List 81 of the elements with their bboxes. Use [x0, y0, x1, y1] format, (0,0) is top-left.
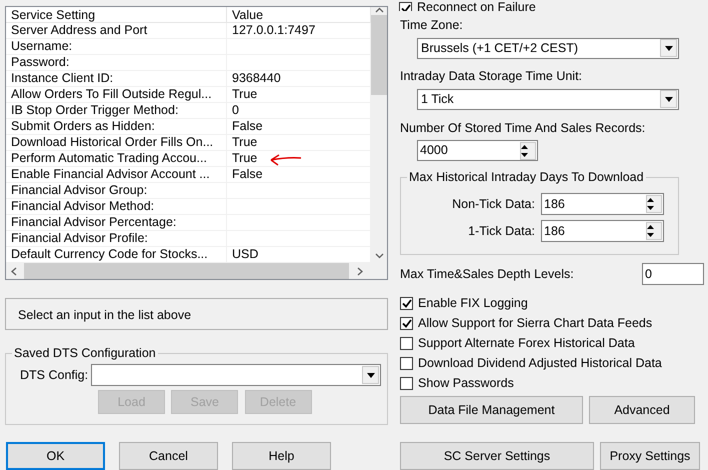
- ok-button[interactable]: OK: [6, 442, 105, 470]
- vertical-scrollbar[interactable]: [371, 7, 387, 263]
- field-label: Number Of Stored Time And Sales Records:: [400, 121, 646, 136]
- table-cell[interactable]: Instance Client ID:: [6, 71, 227, 87]
- field-label: 1-Tick Data:: [468, 224, 535, 239]
- scroll-up-icon: [374, 7, 384, 13]
- checkbox[interactable]: [400, 316, 413, 330]
- group-title: Saved DTS Configuration: [12, 346, 158, 361]
- column-header[interactable]: Service Setting: [6, 7, 227, 23]
- table-cell[interactable]: 127.0.0.1:7497: [232, 23, 316, 38]
- spin-down-icon: [521, 150, 528, 159]
- caret-icon: [664, 96, 672, 102]
- table-cell[interactable]: Financial Advisor Group:: [6, 183, 227, 199]
- field-label: Max Time&Sales Depth Levels:: [400, 266, 574, 282]
- spin-up-icon: [647, 196, 654, 204]
- dropdown-button[interactable]: [660, 39, 677, 58]
- checkbox-label[interactable]: Enable FIX Logging: [418, 296, 528, 310]
- records-spinbox[interactable]: 4000: [417, 140, 538, 162]
- checkbox-label[interactable]: Show Passwords: [418, 376, 514, 390]
- caret-icon: [366, 372, 374, 378]
- horizontal-scrollbar[interactable]: [6, 263, 387, 279]
- table-cell[interactable]: True: [232, 151, 258, 166]
- checkbox-label[interactable]: Reconnect on Failure: [417, 0, 536, 11]
- checkbox[interactable]: [400, 296, 413, 310]
- field-label: Intraday Data Storage Time Unit:: [400, 68, 584, 84]
- table-cell[interactable]: True: [232, 135, 258, 150]
- dropdown-button[interactable]: [362, 366, 379, 384]
- checkbox-label[interactable]: Download Dividend Adjusted Historical Data: [418, 356, 662, 370]
- server-settings-button[interactable]: SC Server Settings: [400, 442, 594, 470]
- group-title: Max Historical Intraday Days To Download: [407, 170, 646, 186]
- spin-down-icon: [647, 231, 654, 240]
- proxy-settings-button[interactable]: Proxy Settings: [600, 442, 700, 470]
- scroll-down-icon: [374, 253, 384, 259]
- data-management-button[interactable]: Data File Management: [400, 396, 583, 424]
- table-cell[interactable]: Financial Advisor Method:: [6, 199, 227, 215]
- table-cell[interactable]: 9368440: [232, 71, 281, 86]
- spin-down-icon: [647, 204, 654, 212]
- checkbox[interactable]: [399, 2, 412, 11]
- checkbox[interactable]: [400, 356, 413, 370]
- column-header[interactable]: Value: [227, 7, 371, 23]
- spin-up-icon: [521, 142, 528, 151]
- spin-button[interactable]: [646, 195, 662, 214]
- cancel-button[interactable]: Cancel: [119, 442, 218, 470]
- table-cell[interactable]: True: [232, 87, 258, 102]
- table-cell[interactable]: USD: [232, 247, 258, 262]
- checkbox-label[interactable]: Allow Support for Sierra Chart Data Feeds: [418, 316, 652, 330]
- days-spinbox[interactable]: 186: [541, 220, 664, 242]
- checkbox[interactable]: [400, 336, 413, 350]
- spin-up-icon: [647, 223, 654, 232]
- table-cell[interactable]: Enable Financial Advisor Account ...: [6, 167, 227, 183]
- table-cell[interactable]: Username:: [6, 39, 227, 55]
- days-spinbox[interactable]: 186: [541, 193, 664, 216]
- table-cell[interactable]: Password:: [6, 55, 227, 71]
- checkbox-label[interactable]: Support Alternate Forex Historical Data: [418, 336, 635, 350]
- checkbox[interactable]: [400, 376, 413, 390]
- table-cell[interactable]: Perform Automatic Trading Accou...: [6, 151, 227, 167]
- field-label: Time Zone:: [400, 18, 464, 33]
- advanced-button[interactable]: Advanced: [589, 396, 695, 424]
- table-cell[interactable]: Financial Advisor Profile:: [6, 231, 227, 247]
- table-cell[interactable]: 0: [232, 103, 239, 118]
- spin-button[interactable]: [646, 222, 662, 240]
- table-cell[interactable]: Server Address and Port: [6, 23, 227, 39]
- spin-button[interactable]: [520, 142, 536, 160]
- depth-field[interactable]: 0: [642, 263, 704, 285]
- dropdown-button[interactable]: [660, 90, 677, 108]
- timezone-dropdown[interactable]: Brussels (+1 CET/+2 CEST): [417, 38, 679, 59]
- scroll-right-icon: [355, 266, 365, 276]
- field-label: DTS Config:: [20, 368, 88, 382]
- field-label: Non-Tick Data:: [452, 196, 535, 212]
- table-cell[interactable]: False: [232, 167, 263, 182]
- caret-icon: [664, 46, 672, 51]
- config-dropdown[interactable]: [91, 364, 381, 386]
- description-text: Select an input in the list above: [5, 298, 388, 330]
- table-cell[interactable]: Submit Orders as Hidden:: [6, 119, 227, 135]
- help-button[interactable]: Help: [232, 442, 331, 470]
- table-cell[interactable]: False: [232, 119, 263, 134]
- table-cell[interactable]: Financial Advisor Percentage:: [6, 215, 227, 231]
- table-cell[interactable]: IB Stop Order Trigger Method:: [6, 103, 227, 119]
- table-cell[interactable]: Download Historical Order Fills On...: [6, 135, 227, 151]
- table-cell[interactable]: Allow Orders To Fill Outside Regul...: [6, 87, 227, 103]
- time-unit-dropdown[interactable]: 1 Tick: [417, 88, 679, 110]
